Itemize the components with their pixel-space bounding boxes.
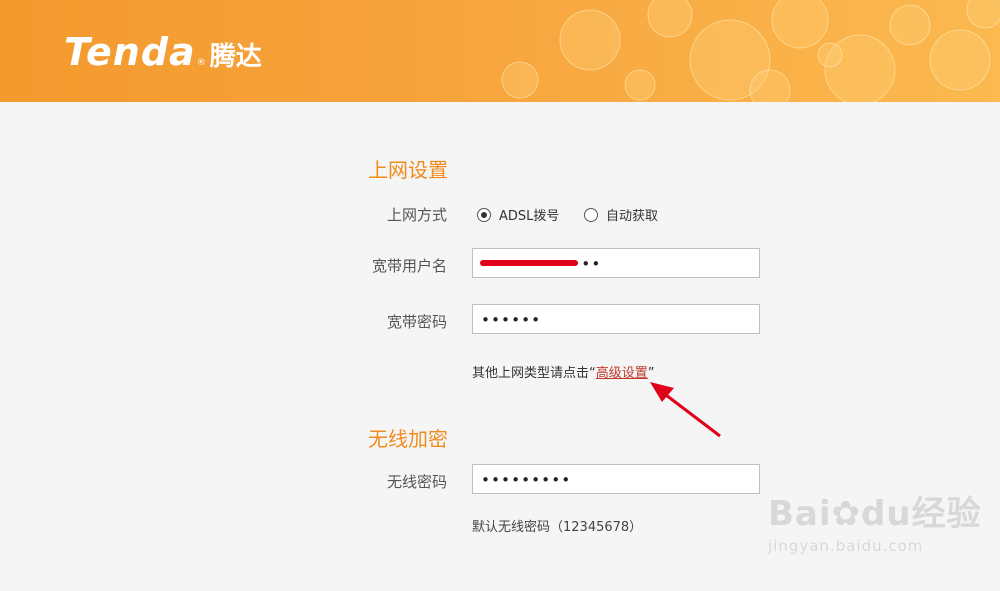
logo-text-cn: 腾达 [209, 42, 262, 72]
header-banner: Tenda ® 腾达 [0, 0, 1000, 102]
hint-prefix: 其他上网类型请点击“ [472, 366, 596, 381]
wireless-password-input[interactable]: ••••••••• [472, 464, 760, 494]
internet-section-title: 上网设置 [368, 158, 448, 182]
radio-unchecked-icon [584, 207, 598, 222]
radio-checked-icon [477, 207, 491, 222]
bubble-decoration [501, 0, 1000, 102]
redaction-mark [480, 260, 578, 266]
connection-mode-label: 上网方式 [386, 206, 447, 224]
logo-text-en: Tenda [64, 30, 196, 74]
wireless-section-title: 无线加密 [368, 427, 448, 451]
radio-dhcp-label: 自动获取 [606, 209, 659, 224]
radio-dhcp[interactable]: 自动获取 [584, 205, 658, 224]
baidu-jingyan-watermark: Bai✿du经验 jingyan.baidu.com [768, 486, 982, 555]
watermark-bai: Bai [768, 494, 832, 534]
paw-icon: ✿ [831, 494, 862, 534]
tenda-logo: Tenda ® 腾达 [64, 30, 262, 74]
wireless-password-label: 无线密码 [386, 473, 447, 491]
watermark-cn: 经验 [911, 494, 982, 534]
logo-registered-mark: ® [196, 58, 206, 68]
watermark-url: jingyan.baidu.com [768, 537, 924, 555]
username-label: 宽带用户名 [371, 257, 447, 275]
watermark-du: du [861, 494, 912, 534]
radio-adsl-label: ADSL拨号 [499, 209, 560, 224]
password-label: 宽带密码 [386, 313, 447, 331]
radio-adsl[interactable]: ADSL拨号 [477, 205, 559, 224]
advanced-settings-hint: 其他上网类型请点击“高级设置” [472, 362, 655, 381]
password-input[interactable]: •••••• [472, 304, 760, 334]
default-wireless-password-note: 默认无线密码（12345678） [472, 520, 643, 535]
annotation-arrow-icon [650, 382, 721, 438]
